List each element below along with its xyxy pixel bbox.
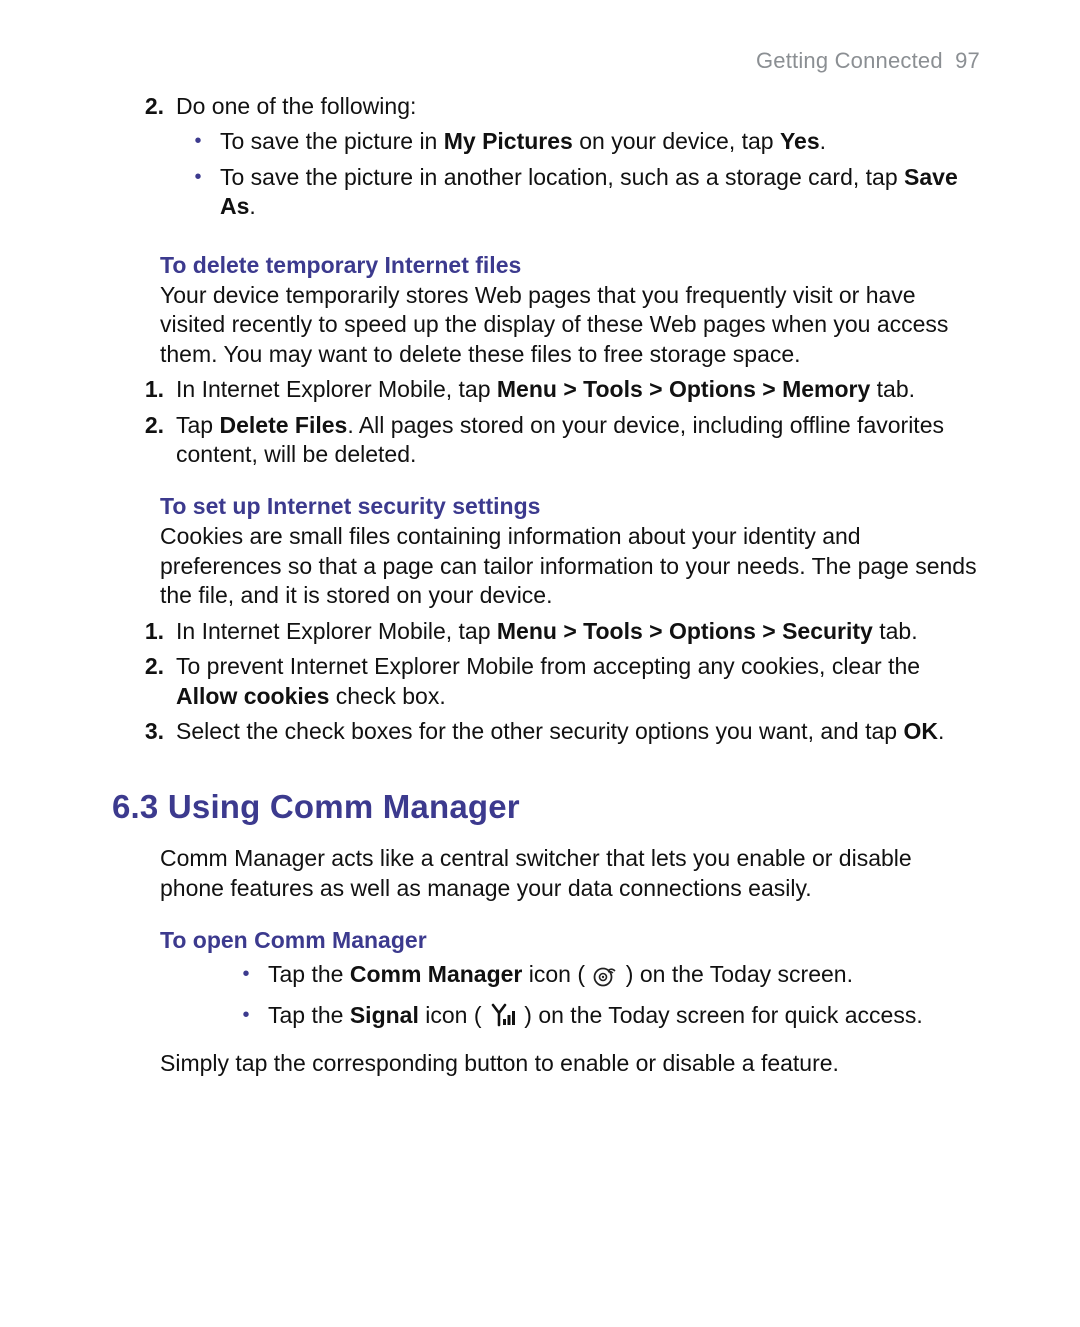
step-lead: Do one of the following: xyxy=(176,92,980,121)
step-number: 3. xyxy=(112,717,176,746)
step-body: To prevent Internet Explorer Mobile from… xyxy=(176,652,980,711)
bullet-list: • To save the picture in My Pictures on … xyxy=(176,127,980,221)
list-item: 1. In Internet Explorer Mobile, tap Menu… xyxy=(112,375,980,404)
bullet-text: Tap the Signal icon ( ) on the Today scr… xyxy=(268,1001,980,1035)
step-body: Select the check boxes for the other sec… xyxy=(176,717,980,746)
step-number: 1. xyxy=(112,375,176,404)
step-number: 2. xyxy=(112,652,176,711)
numbered-list: 2. Do one of the following: • To save th… xyxy=(112,92,980,228)
list-item: • Tap the Signal icon ( ) on the Today xyxy=(224,1001,980,1035)
step-body: Do one of the following: • To save the p… xyxy=(176,92,980,228)
numbered-list: 1. In Internet Explorer Mobile, tap Menu… xyxy=(112,375,980,469)
list-item: 2. To prevent Internet Explorer Mobile f… xyxy=(112,652,980,711)
paragraph: Your device temporarily stores Web pages… xyxy=(112,281,980,369)
step-number: 2. xyxy=(112,411,176,470)
bullet-text: Tap the Comm Manager icon ( ) on the Tod… xyxy=(268,960,980,994)
bullet-icon: • xyxy=(224,1001,268,1035)
chapter-name: Getting Connected xyxy=(756,48,943,73)
subheading-delete-temp: To delete temporary Internet files xyxy=(112,252,980,279)
numbered-list: 1. In Internet Explorer Mobile, tap Menu… xyxy=(112,617,980,747)
list-item: • To save the picture in My Pictures on … xyxy=(176,127,980,156)
section-title: Using Comm Manager xyxy=(168,788,520,825)
step-body: In Internet Explorer Mobile, tap Menu > … xyxy=(176,375,980,404)
step-number: 1. xyxy=(112,617,176,646)
paragraph: Cookies are small files containing infor… xyxy=(112,522,980,610)
signal-icon xyxy=(490,1002,516,1035)
bullet-text: To save the picture in My Pictures on yo… xyxy=(220,127,980,156)
comm-manager-icon xyxy=(593,965,617,994)
section-number: 6.3 xyxy=(112,788,158,825)
paragraph: Comm Manager acts like a central switche… xyxy=(112,844,980,903)
section-heading: 6.3 Using Comm Manager xyxy=(112,788,980,826)
bullet-icon: • xyxy=(176,127,220,156)
list-item: 2. Tap Delete Files. All pages stored on… xyxy=(112,411,980,470)
list-item: 2. Do one of the following: • To save th… xyxy=(112,92,980,228)
open-comm-block: • Tap the Comm Manager icon ( ) on the T… xyxy=(112,960,980,1035)
running-header: Getting Connected 97 xyxy=(112,48,980,74)
bullet-list: • Tap the Comm Manager icon ( ) on the T… xyxy=(224,960,980,1035)
subheading-open-comm: To open Comm Manager xyxy=(112,927,980,954)
step-body: Tap Delete Files. All pages stored on yo… xyxy=(176,411,980,470)
paragraph: Simply tap the corresponding button to e… xyxy=(112,1049,980,1078)
manual-page: Getting Connected 97 2. Do one of the fo… xyxy=(0,0,1080,1327)
bullet-icon: • xyxy=(176,163,220,222)
step-body: In Internet Explorer Mobile, tap Menu > … xyxy=(176,617,980,646)
bullet-icon: • xyxy=(224,960,268,994)
list-item: 1. In Internet Explorer Mobile, tap Menu… xyxy=(112,617,980,646)
list-item: • To save the picture in another locatio… xyxy=(176,163,980,222)
list-item: • Tap the Comm Manager icon ( ) on the T… xyxy=(224,960,980,994)
page-number: 97 xyxy=(955,48,980,73)
list-item: 3. Select the check boxes for the other … xyxy=(112,717,980,746)
step-number: 2. xyxy=(112,92,176,228)
bullet-text: To save the picture in another location,… xyxy=(220,163,980,222)
subheading-security: To set up Internet security settings xyxy=(112,493,980,520)
